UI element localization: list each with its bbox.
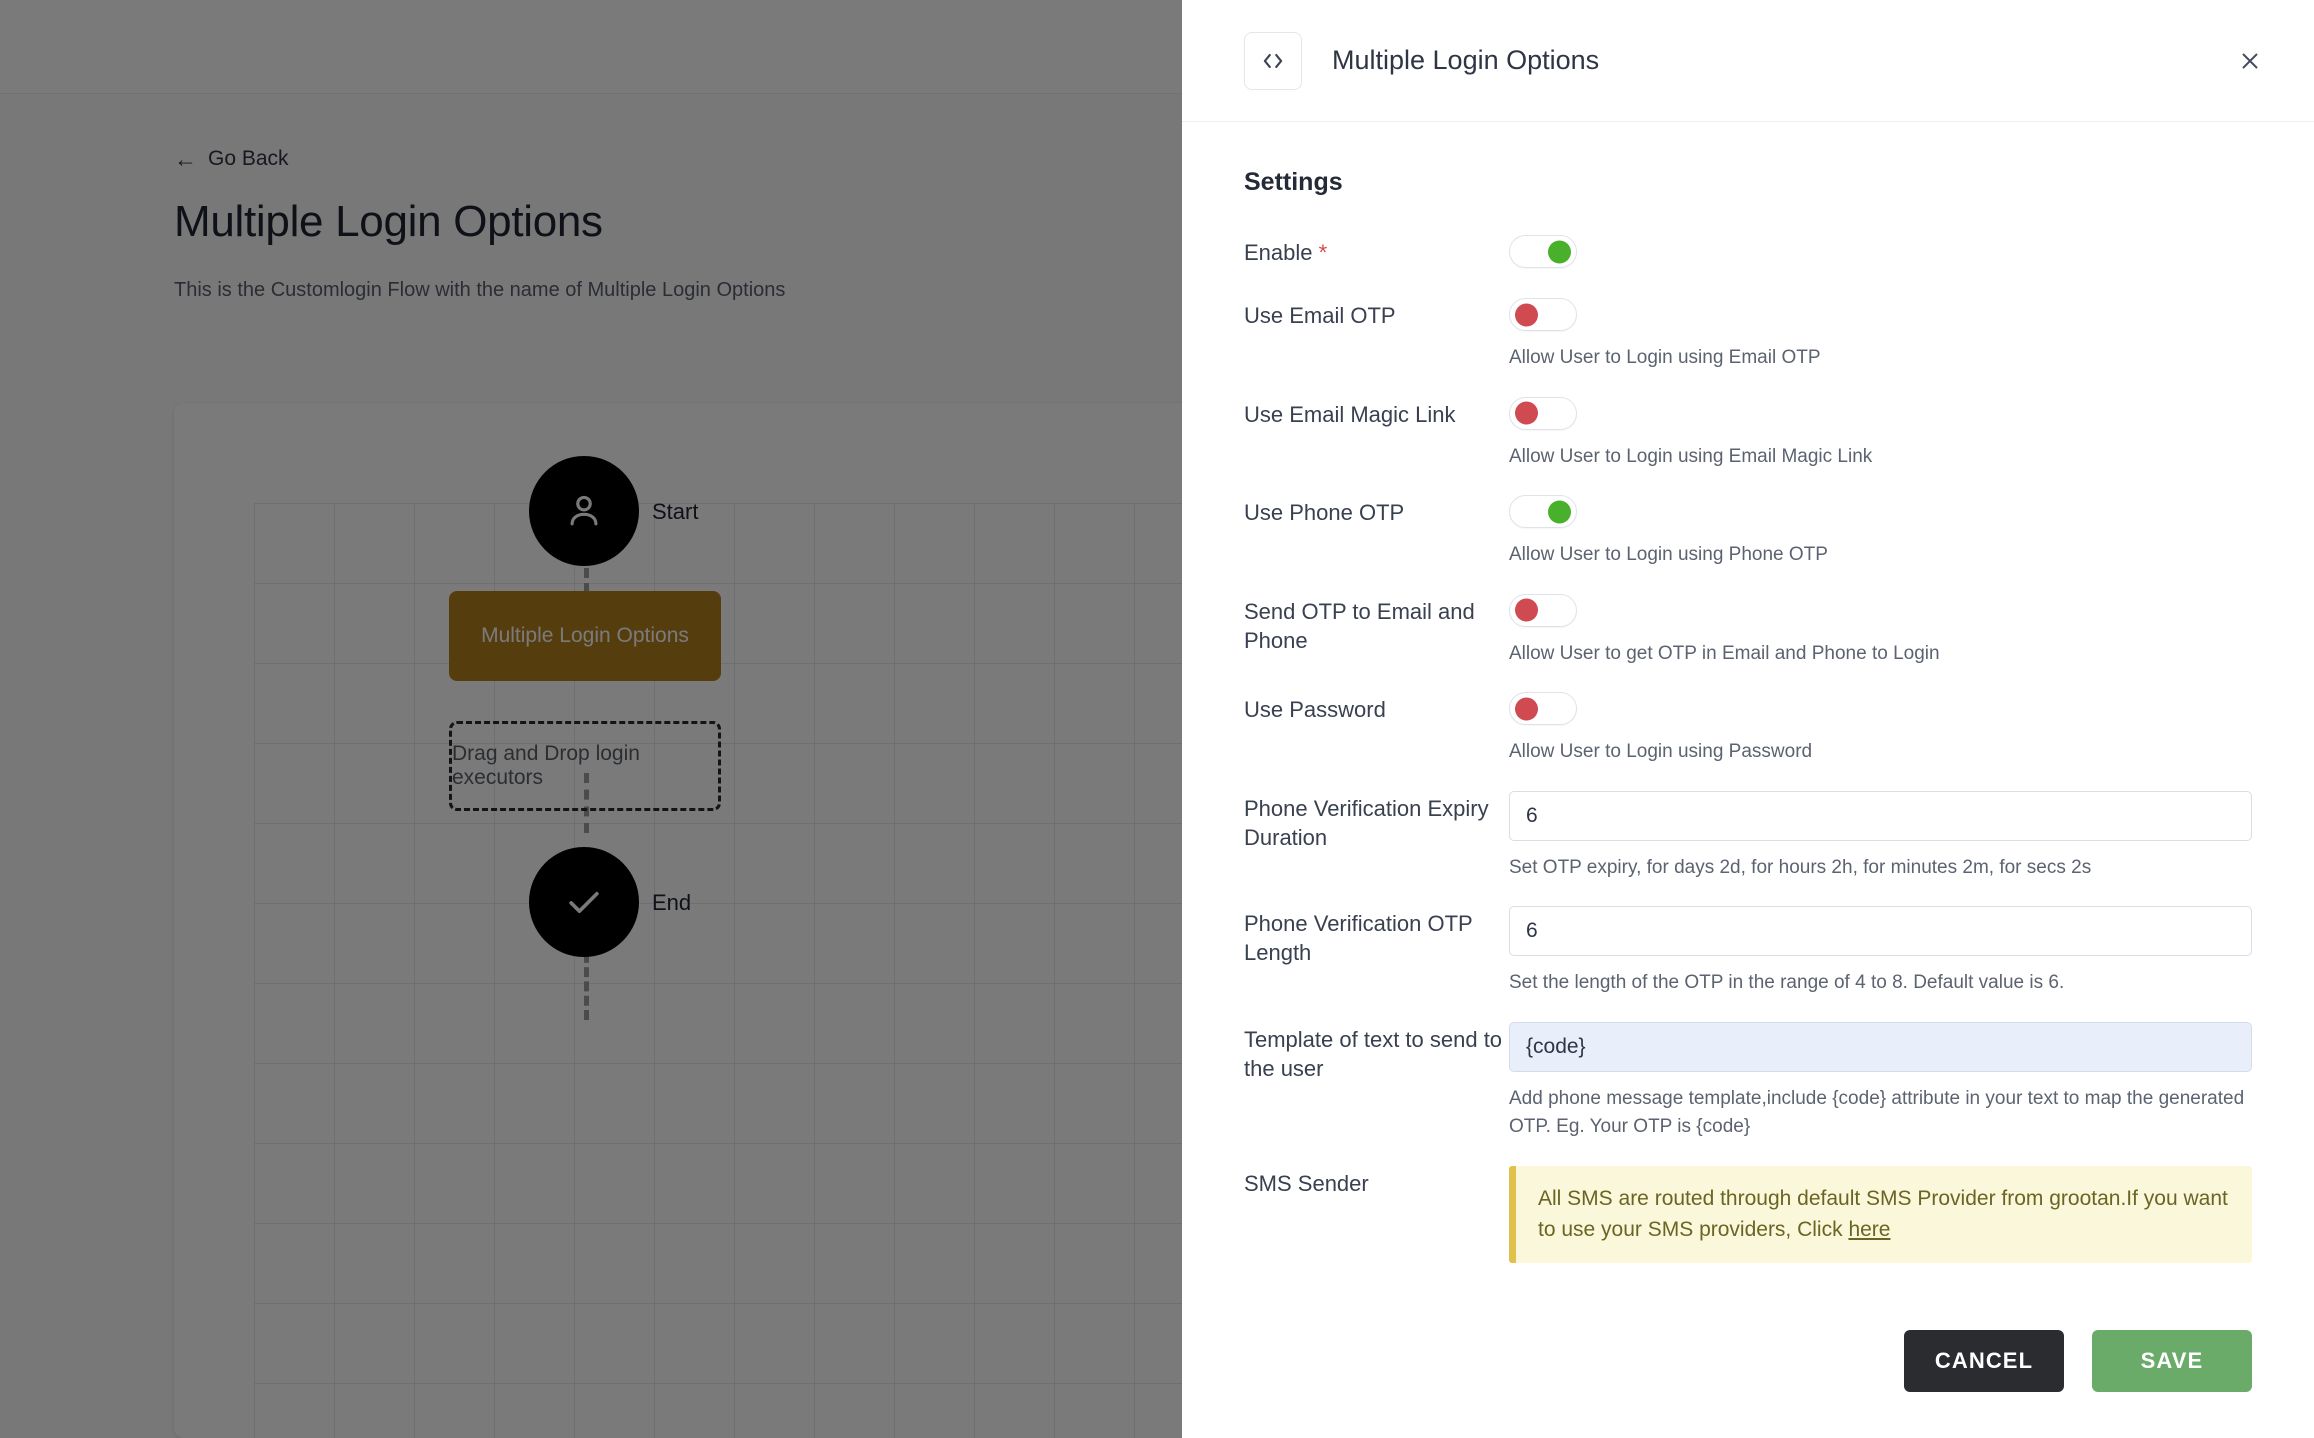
sms-provider-notice: All SMS are routed through default SMS P… [1509,1165,2252,1263]
setting-label-use-email-magic-link: Use Email Magic Link [1244,401,1456,427]
helper-sms-template: Add phone message template,include {code… [1509,1087,2245,1138]
setting-label-use-phone-otp: Use Phone OTP [1244,500,1405,525]
otp-length-input[interactable] [1509,906,2252,956]
helper-use-email-magic-link: Allow User to Login using Email Magic Li… [1509,445,1873,467]
setting-label-use-email-otp: Use Email OTP [1244,303,1396,328]
helper-send-otp-email-phone: Allow User to get OTP in Email and Phone… [1509,642,1940,664]
sms-template-input[interactable] [1509,1021,2252,1072]
toggle-use-email-magic-link[interactable] [1509,396,1577,430]
code-icon[interactable] [1244,31,1302,90]
setting-row-expiry-duration: Phone Verification Expiry Duration Set O… [1244,790,2252,883]
cancel-button[interactable]: CANCEL [1904,1330,2064,1392]
close-button[interactable] [2228,39,2272,83]
toggle-use-phone-otp[interactable] [1509,495,1577,528]
toggle-enable[interactable] [1509,235,1577,268]
toggle-knob [1515,598,1538,622]
setting-row-sms-sender: SMS Sender All SMS are routed through de… [1244,1165,2252,1263]
setting-row-sms-template: Template of text to send to the user Add… [1244,1021,2252,1142]
toggle-knob [1515,303,1538,326]
expiry-duration-input[interactable] [1509,790,2252,841]
toggle-use-password[interactable] [1509,692,1577,725]
settings-section-title: Settings [1244,168,1343,196]
drawer-footer: CANCEL SAVE [1182,1304,2314,1438]
close-icon [2242,53,2258,68]
helper-expiry-duration: Set OTP expiry, for days 2d, for hours 2… [1509,856,2092,878]
setting-label-sms-template: Template of text to send to the user [1244,1026,1503,1081]
setting-label-enable: Enable * [1244,240,1328,265]
helper-use-password: Allow User to Login using Password [1509,741,1813,762]
drawer-title: Multiple Login Options [1332,45,1600,75]
setting-row-use-phone-otp: Use Phone OTP Allow User to Login using … [1244,495,2252,570]
toggle-use-email-otp[interactable] [1509,298,1577,331]
toggle-knob [1548,500,1571,523]
helper-use-email-otp: Allow User to Login using Email OTP [1509,347,1821,368]
toggle-send-otp-email-phone[interactable] [1509,593,1577,627]
setting-row-send-otp-email-phone: Send OTP to Email and Phone Allow User t… [1244,593,2252,669]
drawer-body: Settings Enable * Use Email OTP Allow Us… [1182,122,2314,1304]
code-brackets-icon [1263,53,1283,68]
sms-provider-link[interactable]: here [1848,1218,1890,1241]
save-button[interactable]: SAVE [2092,1330,2252,1392]
setting-label-use-password: Use Password [1244,697,1386,722]
setting-label-send-otp-email-phone: Send OTP to Email and Phone [1244,598,1475,653]
setting-label-expiry-duration: Phone Verification Expiry Duration [1244,795,1489,850]
required-asterisk: * [1318,240,1328,265]
toggle-knob [1548,240,1571,263]
toggle-knob [1515,401,1538,425]
setting-row-otp-length: Phone Verification OTP Length Set the le… [1244,906,2252,998]
helper-use-phone-otp: Allow User to Login using Phone OTP [1509,544,1828,565]
setting-row-enable: Enable * [1244,235,2252,268]
toggle-knob [1515,697,1538,720]
setting-label-sms-sender: SMS Sender [1244,1170,1369,1196]
settings-drawer: Multiple Login Options Settings Enable *… [1182,0,2314,1438]
setting-label-otp-length: Phone Verification OTP Length [1244,911,1473,966]
setting-row-use-email-otp: Use Email OTP Allow User to Login using … [1244,298,2252,373]
setting-row-use-password: Use Password Allow User to Login using P… [1244,692,2252,767]
setting-row-use-email-magic-link: Use Email Magic Link Allow User to Login… [1244,396,2252,472]
drawer-header: Multiple Login Options [1182,0,2314,122]
helper-otp-length: Set the length of the OTP in the range o… [1509,972,2065,993]
